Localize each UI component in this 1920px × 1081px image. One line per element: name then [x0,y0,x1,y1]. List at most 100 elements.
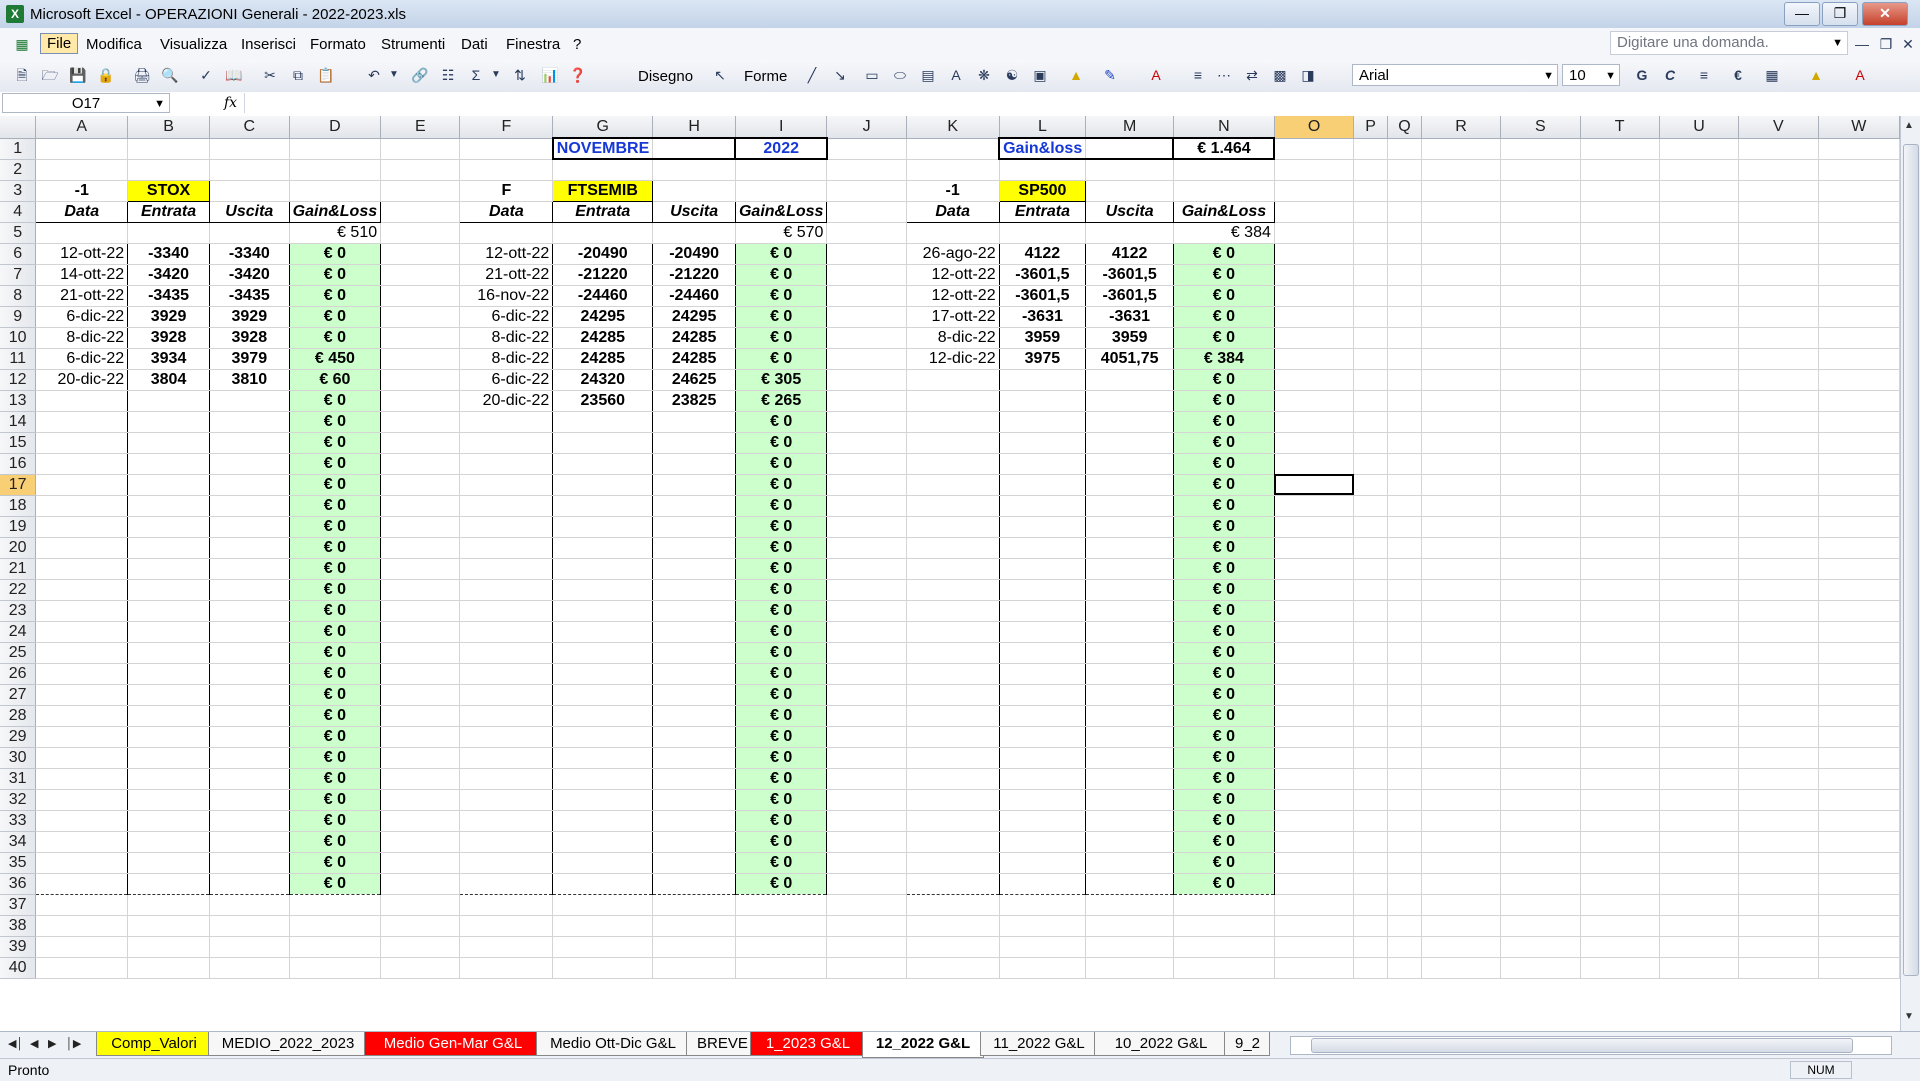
last-sheet-icon[interactable]: │▶ [66,1037,81,1050]
cell[interactable]: € 0 [1173,831,1275,853]
cell[interactable] [127,495,210,517]
close-workbook-button[interactable]: ✕ [1898,34,1918,54]
cell[interactable] [652,789,736,811]
cell[interactable] [380,327,461,349]
cell[interactable] [652,621,736,643]
cell[interactable] [1580,705,1660,727]
cell[interactable] [826,789,907,811]
cell[interactable] [1274,264,1355,286]
cell[interactable] [1738,537,1819,559]
cell[interactable] [380,432,461,454]
chevron-down-icon[interactable]: ▼ [1543,65,1554,87]
cell[interactable] [1387,264,1422,286]
cell[interactable] [1738,705,1819,727]
cell[interactable]: -21220 [652,264,736,286]
cell[interactable] [1353,579,1389,601]
cell[interactable]: € 0 [735,768,828,790]
cell[interactable] [35,222,129,244]
cell[interactable] [380,411,461,433]
cell[interactable]: € 0 [1173,852,1275,874]
cell[interactable]: € 384 [1173,348,1275,370]
cell[interactable] [209,390,290,412]
cell[interactable] [1659,327,1740,349]
cell[interactable] [1421,390,1502,412]
cell[interactable] [1500,306,1581,328]
column-header[interactable]: F [459,116,554,139]
cell[interactable] [459,495,554,517]
cell[interactable]: € 0 [735,264,828,286]
cell[interactable] [1659,537,1740,559]
cell[interactable] [1085,411,1174,433]
cell[interactable] [35,810,129,832]
cell[interactable] [1274,327,1355,349]
cell[interactable] [552,915,654,937]
cell[interactable] [1421,579,1502,601]
cell[interactable]: 23825 [652,390,736,412]
cell[interactable]: 24285 [552,348,654,370]
cell[interactable] [1738,621,1819,643]
cell[interactable] [380,936,461,958]
cell[interactable] [1580,642,1660,664]
cell[interactable] [1818,516,1900,538]
cell[interactable] [1274,789,1355,811]
cell[interactable] [127,537,210,559]
cell[interactable] [209,852,290,874]
cell[interactable]: -3631 [999,306,1087,328]
cell[interactable] [999,390,1087,412]
cell[interactable]: € 0 [289,642,382,664]
cell[interactable] [1818,642,1900,664]
cell[interactable] [459,663,554,685]
cell[interactable] [1500,327,1581,349]
cell[interactable]: € 0 [289,852,382,874]
row-header[interactable]: 2 [0,159,37,181]
sheet-tab[interactable]: 10_2022 G&L [1094,1032,1228,1056]
cell[interactable] [1580,369,1660,391]
cell[interactable]: € 510 [289,222,382,244]
cell[interactable] [1085,894,1174,916]
cell[interactable] [1500,663,1581,685]
cell[interactable]: -3340 [127,243,210,265]
cell[interactable] [999,516,1087,538]
print-preview-icon[interactable]: 🔍 [160,65,180,85]
cell[interactable] [1274,432,1355,454]
cell[interactable] [999,936,1087,958]
cell[interactable] [552,495,654,517]
sheet-tab[interactable]: MEDIO_2022_2023 [208,1032,368,1056]
cell[interactable] [1387,138,1422,160]
row-header[interactable]: 23 [0,600,37,622]
cell[interactable] [906,495,1000,517]
cell[interactable] [906,411,1000,433]
cell[interactable] [906,222,1000,244]
cell[interactable]: € 0 [735,684,828,706]
cell[interactable] [35,684,129,706]
cell[interactable] [209,684,290,706]
cell[interactable] [1353,411,1389,433]
cell[interactable] [209,180,290,202]
cell[interactable] [127,579,210,601]
cell[interactable] [1387,201,1422,223]
cell[interactable] [1659,285,1740,307]
maximize-button[interactable]: ❐ [1822,2,1858,26]
cell[interactable]: 24295 [652,306,736,328]
cell[interactable] [209,537,290,559]
cell[interactable] [1738,243,1819,265]
cell[interactable]: € 0 [289,621,382,643]
cell[interactable] [35,915,129,937]
cell[interactable] [1659,411,1740,433]
cell[interactable] [380,285,461,307]
row-header[interactable]: 39 [0,936,37,958]
cell[interactable]: NOVEMBRE [551,137,654,160]
column-header[interactable]: J [826,116,907,139]
cell[interactable]: Gain&Loss [289,201,382,223]
cell[interactable]: 4122 [1085,243,1174,265]
workbook-window-button[interactable]: ❐ [1876,34,1896,54]
cell[interactable] [1421,726,1502,748]
cell[interactable] [826,138,907,160]
cell[interactable] [1500,789,1581,811]
cell[interactable] [1818,726,1900,748]
column-header[interactable]: V [1738,116,1819,139]
cell[interactable] [1818,474,1900,496]
cell[interactable] [906,747,1000,769]
close-button[interactable]: ✕ [1862,2,1908,26]
cell[interactable]: € 1.464 [1172,137,1276,160]
